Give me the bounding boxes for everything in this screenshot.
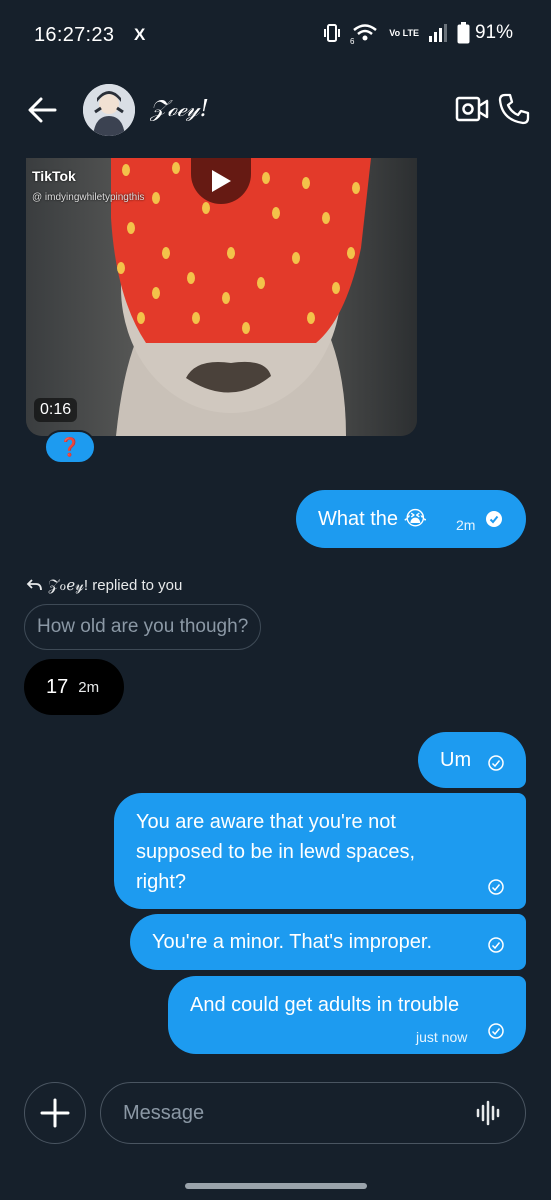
waveform-icon bbox=[476, 1100, 500, 1126]
phone-icon bbox=[498, 93, 530, 125]
message-text: What the 😭 bbox=[318, 508, 427, 530]
status-bar: 16:27:23 X 6 Vo LTE 91% bbox=[0, 0, 551, 72]
reply-label-text: 𝒵ℴℯ𝓎! replied to you bbox=[48, 577, 183, 594]
message-time: 2m bbox=[78, 678, 100, 696]
voice-call-button[interactable] bbox=[497, 92, 531, 126]
message-time: 2m bbox=[456, 517, 476, 533]
tiktok-username: @ imdyingwhiletypingthis bbox=[32, 192, 145, 203]
reply-indicator: 𝒵ℴℯ𝓎! replied to you bbox=[26, 576, 182, 594]
video-call-button[interactable] bbox=[455, 94, 489, 124]
sent-check-icon bbox=[488, 937, 504, 953]
svg-text:6: 6 bbox=[350, 37, 355, 44]
message-time: just now bbox=[416, 1029, 468, 1045]
dm-conversation-screen: 16:27:23 X 6 Vo LTE 91% 𝒵ℴℯ𝓎! TikTok @ i… bbox=[0, 0, 551, 1200]
add-media-button[interactable] bbox=[24, 1082, 86, 1144]
outgoing-message[interactable]: You are aware that you're not supposed t… bbox=[114, 793, 526, 909]
reply-arrow-icon bbox=[26, 579, 42, 591]
message-reaction[interactable]: ❓ bbox=[44, 430, 96, 464]
status-time: 16:27:23 bbox=[34, 24, 115, 46]
volte-text: Vo LTE bbox=[389, 27, 419, 38]
video-camera-icon bbox=[455, 96, 489, 122]
incoming-message[interactable]: 17 2m bbox=[24, 659, 124, 715]
x-notification-icon: X bbox=[134, 25, 146, 44]
sent-check-icon bbox=[488, 755, 504, 771]
message-text: 17 bbox=[46, 675, 69, 698]
conversation-header: 𝒵ℴℯ𝓎! bbox=[0, 72, 551, 148]
play-icon bbox=[212, 170, 231, 192]
outgoing-message[interactable]: What the 😭 2m bbox=[296, 490, 526, 548]
read-check-icon bbox=[486, 511, 502, 527]
message-text: You're a minor. That's improper. bbox=[152, 931, 433, 953]
message-input[interactable] bbox=[100, 1082, 526, 1144]
message-text: Um bbox=[440, 749, 472, 771]
message-text: And could get adults in trouble bbox=[190, 994, 460, 1016]
arrow-left-icon bbox=[28, 97, 57, 123]
battery-icon bbox=[457, 22, 470, 44]
sent-check-icon bbox=[488, 1023, 504, 1039]
wifi-icon: 6 bbox=[350, 24, 378, 44]
signal-icon bbox=[428, 24, 447, 42]
voice-message-button[interactable] bbox=[474, 1098, 504, 1128]
battery-percent: 91% bbox=[474, 22, 513, 43]
contact-name[interactable]: 𝒵ℴℯ𝓎! bbox=[150, 96, 209, 122]
outgoing-message[interactable]: Um bbox=[418, 732, 526, 788]
back-button[interactable] bbox=[22, 92, 62, 128]
video-duration: 0:16 bbox=[34, 398, 78, 422]
outgoing-message[interactable]: And could get adults in trouble just now bbox=[168, 976, 526, 1054]
status-icons: 6 Vo LTE 91% bbox=[323, 22, 513, 44]
avatar-image bbox=[83, 84, 135, 136]
video-message[interactable]: TikTok @ imdyingwhiletypingthis 0:16 bbox=[26, 158, 417, 436]
message-text: You are aware that you're not supposed t… bbox=[136, 811, 416, 893]
home-indicator[interactable] bbox=[185, 1183, 367, 1189]
vibrate-icon bbox=[324, 24, 341, 42]
tiktok-watermark: TikTok bbox=[32, 168, 76, 184]
sent-check-icon bbox=[488, 879, 504, 895]
quoted-message[interactable]: How old are you though? bbox=[24, 604, 262, 650]
plus-icon bbox=[40, 1098, 70, 1128]
volte-indicator: Vo LTE bbox=[389, 27, 419, 38]
contact-avatar[interactable] bbox=[83, 84, 135, 136]
outgoing-message[interactable]: You're a minor. That's improper. bbox=[130, 914, 526, 970]
